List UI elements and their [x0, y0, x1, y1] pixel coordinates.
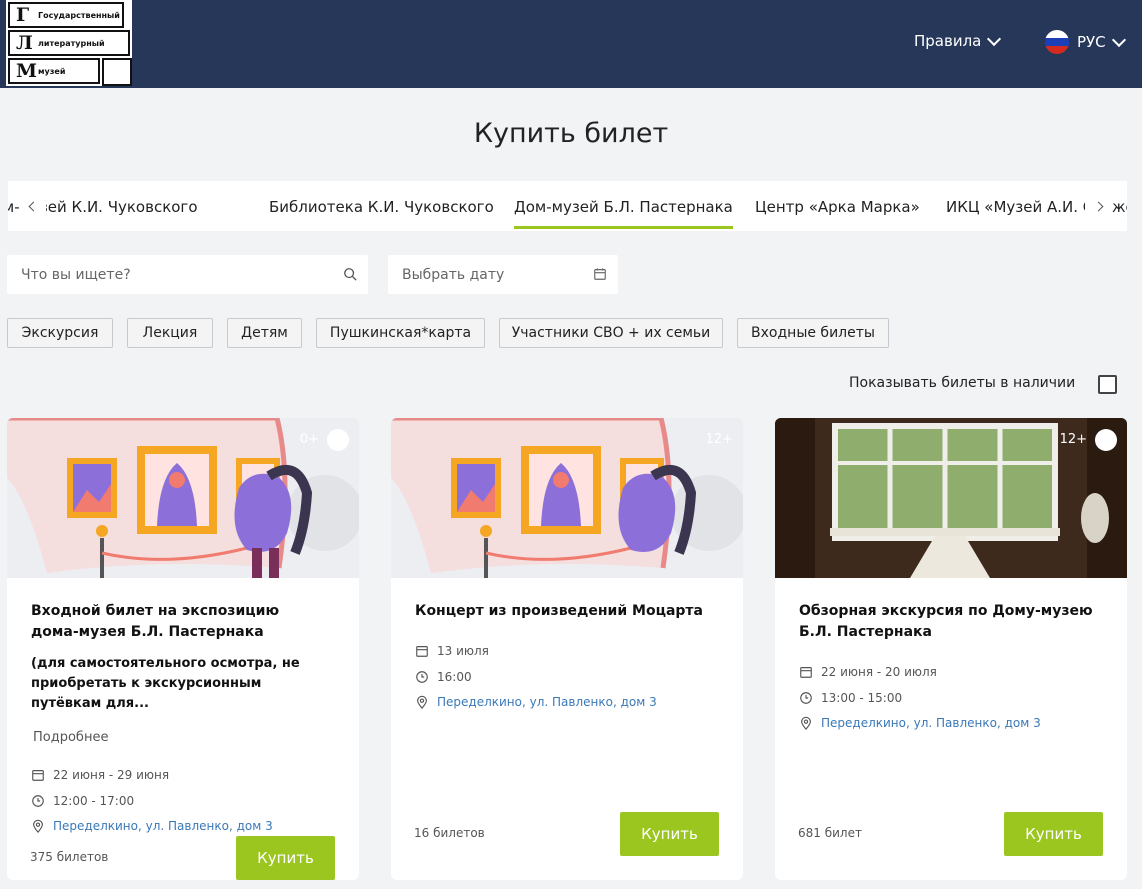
clock-icon	[800, 692, 812, 704]
russia-flag-icon	[1045, 30, 1069, 54]
language-selector[interactable]: РУС	[1045, 30, 1126, 54]
buy-button[interactable]: Купить	[620, 812, 719, 856]
event-description: (для самостоятельного осмотра, не приобр…	[31, 656, 300, 711]
tabs-next-button[interactable]	[1085, 193, 1111, 219]
dates-text: 22 июня - 20 июля	[821, 665, 937, 679]
chip-lecture[interactable]: Лекция	[127, 318, 213, 348]
tab-chukovsky-library[interactable]: Библиотека К.И. Чуковского	[269, 198, 494, 216]
availability-checkbox[interactable]	[1098, 375, 1117, 394]
calendar-icon	[800, 667, 812, 678]
age-rating: 12+	[1059, 432, 1087, 447]
logo-word: литературный	[38, 38, 105, 48]
chip-pushkin-card[interactable]: Пушкинская*карта	[316, 318, 485, 348]
search-field	[7, 255, 368, 294]
tab-arka-marka[interactable]: Центр «Арка Марка»	[755, 198, 920, 216]
dates-text: 22 июня - 29 июня	[53, 768, 170, 782]
event-time: 12:00 - 17:00	[31, 794, 134, 808]
event-title[interactable]: Входной билет на экспозицию дома-музея Б…	[31, 601, 331, 643]
time-text: 12:00 - 17:00	[53, 794, 135, 808]
clock-icon	[416, 671, 428, 683]
museum-logo[interactable]: Г Государственный Ллитературный Ммузей	[6, 0, 132, 86]
event-dates: 22 июня - 29 июня	[31, 768, 169, 782]
chevron-left-icon	[28, 201, 38, 211]
event-dates: 13 июля	[415, 644, 489, 658]
tab-pasternak-museum[interactable]: Дом-музей Б.Л. Пастернака	[514, 198, 733, 229]
event-title[interactable]: Концерт из произведений Моцарта	[415, 601, 715, 622]
location-text[interactable]: Переделкино, ул. Павленко, дом 3	[437, 695, 657, 709]
event-card[interactable]: 12+ Концерт из произведений Моцарта 13 и…	[391, 418, 743, 880]
event-card[interactable]: 12+ Обзорная экскурсия по Дому-музею Б.Л…	[775, 418, 1127, 880]
event-location[interactable]: Переделкино, ул. Павленко, дом 3	[799, 716, 1041, 730]
tabs-prev-button[interactable]	[20, 193, 46, 219]
calendar-icon[interactable]	[593, 267, 607, 281]
date-field	[388, 255, 618, 294]
buy-button[interactable]: Купить	[236, 836, 335, 880]
tickets-count: 16 билетов	[414, 826, 485, 840]
location-text[interactable]: Переделкино, ул. Павленко, дом 3	[821, 716, 1041, 730]
tickets-count: 681 билет	[798, 826, 862, 840]
logo-word: Государственный	[38, 10, 120, 20]
chip-kids[interactable]: Детям	[227, 318, 302, 348]
rules-label: Правила	[914, 32, 982, 50]
calendar-icon	[32, 770, 44, 781]
age-rating: 12+	[705, 432, 733, 447]
dates-text: 13 июля	[437, 644, 489, 658]
logo-letter: М	[16, 60, 38, 82]
event-location[interactable]: Переделкино, ул. Павленко, дом 3	[31, 819, 273, 833]
buy-button[interactable]: Купить	[1004, 812, 1103, 856]
details-link[interactable]: Подробнее	[33, 730, 108, 745]
location-pin-icon	[33, 819, 43, 833]
event-title[interactable]: Обзорная экскурсия по Дому-музею Б.Л. Па…	[799, 601, 1099, 643]
date-input[interactable]	[388, 255, 618, 294]
event-dates: 22 июня - 20 июля	[799, 665, 937, 679]
time-text: 16:00	[437, 670, 472, 684]
chevron-down-icon	[987, 31, 1002, 46]
chevron-down-icon	[1111, 32, 1126, 47]
logo-letter: Л	[16, 32, 33, 54]
pushkin-card-icon	[1095, 429, 1117, 451]
page-title: Купить билет	[473, 118, 669, 149]
event-card[interactable]: 0+ Входной билет на экспозицию дома-музе…	[7, 418, 359, 880]
search-icon[interactable]	[343, 267, 357, 281]
event-time: 16:00	[415, 670, 472, 684]
clock-icon	[32, 795, 44, 807]
chip-entry-tickets[interactable]: Входные билеты	[737, 318, 889, 348]
language-label: РУС	[1077, 33, 1106, 51]
age-rating: 0+	[299, 432, 319, 447]
logo-letter: Г	[16, 4, 30, 26]
chevron-right-icon	[1093, 201, 1103, 211]
calendar-icon	[416, 646, 428, 657]
location-text[interactable]: Переделкино, ул. Павленко, дом 3	[53, 819, 273, 833]
time-text: 13:00 - 15:00	[821, 691, 903, 705]
site-header: Г Государственный Ллитературный Ммузей Пр…	[0, 0, 1142, 88]
availability-label: Показывать билеты в наличии	[849, 375, 1076, 391]
pushkin-card-icon	[327, 429, 349, 451]
logo-square	[102, 58, 132, 86]
gallery-illustration	[391, 418, 743, 578]
search-input[interactable]	[7, 255, 368, 294]
chip-excursion[interactable]: Экскурсия	[7, 318, 113, 348]
rules-menu[interactable]: Правила	[914, 31, 1002, 50]
event-time: 13:00 - 15:00	[799, 691, 902, 705]
venue-tabs: Дом-музей К.И. Чуковского Библиотека К.И…	[8, 181, 1127, 231]
tickets-count: 375 билетов	[30, 850, 109, 864]
location-pin-icon	[417, 695, 427, 709]
location-pin-icon	[801, 716, 811, 730]
chip-svo-participants[interactable]: Участники СВО + их семьи	[499, 318, 723, 348]
logo-word: музей	[38, 66, 66, 76]
event-location[interactable]: Переделкино, ул. Павленко, дом 3	[415, 695, 657, 709]
